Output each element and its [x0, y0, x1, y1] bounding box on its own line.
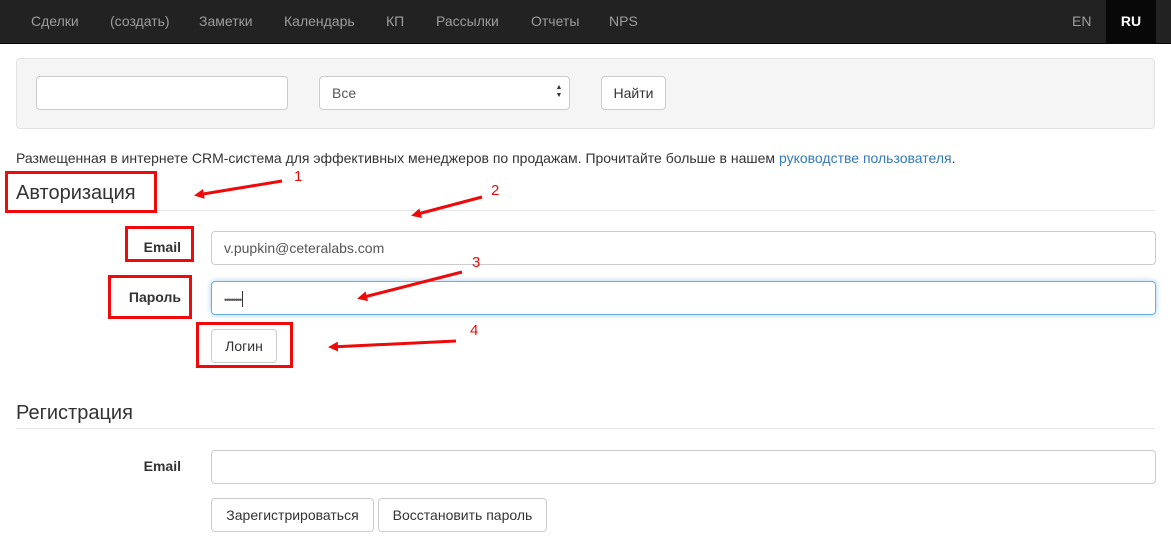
select-arrows-icon: ▲ ▼ — [555, 84, 563, 99]
search-filter-select[interactable]: Все ▲ ▼ — [319, 76, 570, 110]
annotation-arrow-2 — [411, 195, 483, 219]
nav-calendar[interactable]: Календарь — [284, 0, 355, 44]
nav-proposals[interactable]: КП — [386, 0, 404, 44]
text-cursor — [242, 291, 244, 308]
annotation-number-3: 3 — [472, 254, 481, 271]
search-filter-value: Все — [332, 85, 357, 101]
lang-ru[interactable]: RU — [1106, 0, 1156, 44]
intro-text: Размещенная в интернете CRM-система для … — [16, 150, 956, 166]
lang-en[interactable]: EN — [1072, 0, 1091, 44]
login-password-input[interactable]: •••••••• — [211, 281, 1156, 315]
login-divider — [16, 210, 1155, 211]
register-email-label: Email — [143, 458, 181, 474]
nav-reports[interactable]: Отчеты — [531, 0, 579, 44]
search-input[interactable] — [36, 76, 288, 110]
password-mask: •••••••• — [224, 295, 242, 305]
register-button[interactable]: Зарегистрироваться — [211, 498, 374, 532]
intro-body: Размещенная в интернете CRM-система для … — [16, 150, 779, 166]
nav-mailings[interactable]: Рассылки — [436, 0, 499, 44]
nav-notes[interactable]: Заметки — [199, 0, 253, 44]
annotation-number-1: 1 — [294, 168, 303, 185]
annotation-box-login — [196, 322, 293, 368]
annotation-box-title — [5, 171, 157, 213]
intro-suffix: . — [951, 150, 956, 166]
user-guide-link[interactable]: руководстве пользователя — [779, 150, 952, 166]
annotation-arrow-4 — [328, 339, 457, 352]
register-email-input[interactable] — [211, 450, 1156, 484]
annotation-box-email — [125, 226, 194, 262]
nav-create[interactable]: (создать) — [110, 0, 170, 44]
top-navbar: Сделки (создать) Заметки Календарь КП Ра… — [0, 0, 1171, 44]
restore-password-button[interactable]: Восстановить пароль — [378, 498, 547, 532]
annotation-number-2: 2 — [491, 182, 500, 199]
annotation-box-password — [108, 275, 192, 319]
login-email-input[interactable]: v.pupkin@ceteralabs.com — [211, 231, 1156, 265]
nav-deals[interactable]: Сделки — [31, 0, 79, 44]
annotation-number-4: 4 — [470, 322, 479, 339]
search-button[interactable]: Найти — [601, 76, 666, 110]
annotation-arrow-1 — [194, 179, 283, 199]
register-divider — [16, 428, 1155, 429]
nav-nps[interactable]: NPS — [609, 0, 638, 44]
register-title: Регистрация — [16, 402, 133, 424]
